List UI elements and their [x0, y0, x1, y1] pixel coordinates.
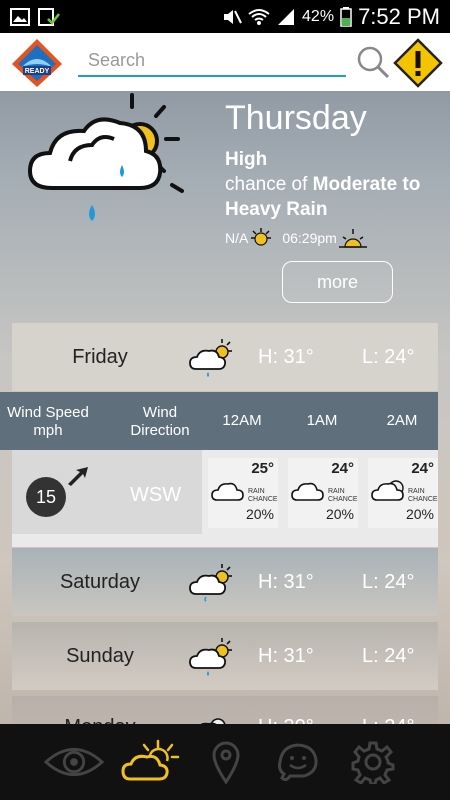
hourly-detail: 15 WSW 25° RAIN CHANCE 20% 24° RAIN CHANCE…	[12, 450, 438, 547]
rain-chance-label: RAIN CHANCE	[408, 488, 438, 504]
day-row-saturday[interactable]: Saturday H: 31° L: 24°	[12, 548, 438, 616]
sunset-time: 06:29pm	[282, 230, 337, 246]
search-input[interactable]	[78, 45, 346, 75]
day-row-sunday[interactable]: Sunday H: 31° L: 24°	[12, 622, 438, 690]
settings-icon	[351, 741, 395, 784]
high-temp: H: 31°	[258, 345, 314, 368]
nav-waze[interactable]	[268, 736, 328, 788]
rain-chance-label: RAIN CHANCE	[328, 488, 358, 504]
location-pin-icon	[212, 741, 240, 784]
hour-card[interactable]: 24° RAIN CHANCE 20%	[368, 458, 438, 528]
forecast-strength: High	[225, 149, 268, 170]
nav-location[interactable]	[196, 736, 256, 788]
app-header: READY	[0, 33, 450, 91]
download-done-icon	[38, 7, 60, 26]
signal-icon	[278, 8, 295, 25]
day-row-friday[interactable]: Friday H: 31° L: 24°	[12, 323, 438, 391]
sun-times: N/A 06:29pm	[225, 227, 369, 249]
gallery-notification-icon	[10, 7, 30, 26]
hour-label: 1AM	[306, 412, 338, 429]
cloud-sun-drizzle-icon	[189, 564, 232, 602]
cloud-icon	[211, 482, 244, 501]
day-name: Saturday	[59, 570, 141, 593]
ready-logo[interactable]: READY	[10, 37, 64, 89]
status-bar: 42% 7:52 PM	[0, 0, 450, 33]
wind-direction-label-2: Direction	[130, 422, 190, 439]
cloud-sun-rain-icon	[27, 93, 184, 221]
rain-chance-label: RAIN CHANCE	[248, 488, 278, 504]
search-field[interactable]	[78, 45, 346, 77]
bottom-nav	[0, 724, 450, 800]
day-name: Sunday	[66, 644, 134, 667]
rain-label: RAIN	[248, 488, 265, 495]
low-temp: L: 24°	[362, 644, 415, 667]
chance-label: CHANCE	[248, 496, 278, 503]
chance-label: CHANCE	[408, 496, 438, 503]
low-temp: L: 24°	[362, 570, 415, 593]
forecast-summary: High chance of Moderate to Heavy Rain	[225, 147, 445, 222]
more-button[interactable]: more	[282, 261, 393, 303]
wind-speed-value: 15	[26, 477, 66, 517]
hour-label: 12AM	[222, 412, 262, 429]
wifi-icon	[248, 8, 270, 25]
eye-icon	[44, 748, 104, 776]
sunrise-icon	[251, 228, 272, 246]
nav-eye[interactable]	[44, 736, 104, 788]
rain-chance-value: 20%	[405, 506, 434, 522]
svg-text:READY: READY	[25, 68, 50, 75]
chance-label: CHANCE	[328, 496, 358, 503]
today-forecast: Thursday High chance of Moderate to Heav…	[0, 91, 450, 323]
nav-settings[interactable]	[343, 736, 403, 788]
rain-chance-value: 20%	[245, 506, 274, 522]
sunset-icon	[338, 229, 367, 248]
day-name: Friday	[72, 345, 128, 368]
high-temp: H: 31°	[258, 570, 314, 593]
forecast-mid: chance of	[225, 174, 313, 195]
cloud-sun-rain-icon	[189, 638, 232, 676]
wind-arrow-icon	[68, 467, 88, 486]
wind-direction-label: Wind	[142, 404, 178, 421]
battery-icon	[340, 6, 352, 27]
search-icon[interactable]	[356, 45, 390, 79]
battery-percent: 42%	[302, 7, 335, 25]
low-temp: L: 24°	[362, 345, 415, 368]
rain-chance-value: 20%	[325, 506, 354, 522]
wind-speed-header: Wind Speed mph	[2, 404, 94, 440]
weather-icon	[121, 739, 180, 781]
rain-label: RAIN	[408, 488, 425, 495]
mute-icon	[224, 9, 242, 24]
hour-temp: 24°	[411, 460, 434, 477]
hour-temp: 24°	[331, 460, 354, 477]
hour-card[interactable]: 24° RAIN CHANCE 20%	[288, 458, 358, 528]
wind-speed-label: Wind Speed	[7, 404, 89, 421]
hour-temp: 25°	[251, 460, 274, 477]
hour-label: 2AM	[386, 412, 418, 429]
wind-direction-value: WSW	[130, 484, 182, 506]
day-title: Thursday	[225, 99, 367, 137]
wind-speed-unit: mph	[33, 422, 63, 439]
nav-weather[interactable]	[120, 736, 180, 788]
clock: 7:52 PM	[358, 3, 440, 29]
wind-direction-header: Wind Direction	[112, 404, 208, 440]
wind-panel: 15 WSW	[12, 450, 202, 534]
cloud-moon-icon	[371, 480, 404, 501]
hourly-header: Wind Speed mph Wind Direction 12AM 1AM 2…	[0, 392, 438, 450]
hour-card[interactable]: 25° RAIN CHANCE 20%	[208, 458, 278, 528]
waze-icon	[278, 743, 318, 782]
sunrise-time: N/A	[225, 230, 249, 246]
cloud-icon	[291, 482, 324, 501]
cloud-sun-rain-icon	[189, 339, 232, 377]
rain-label: RAIN	[328, 488, 345, 495]
high-temp: H: 31°	[258, 644, 314, 667]
warning-icon[interactable]	[393, 38, 443, 88]
